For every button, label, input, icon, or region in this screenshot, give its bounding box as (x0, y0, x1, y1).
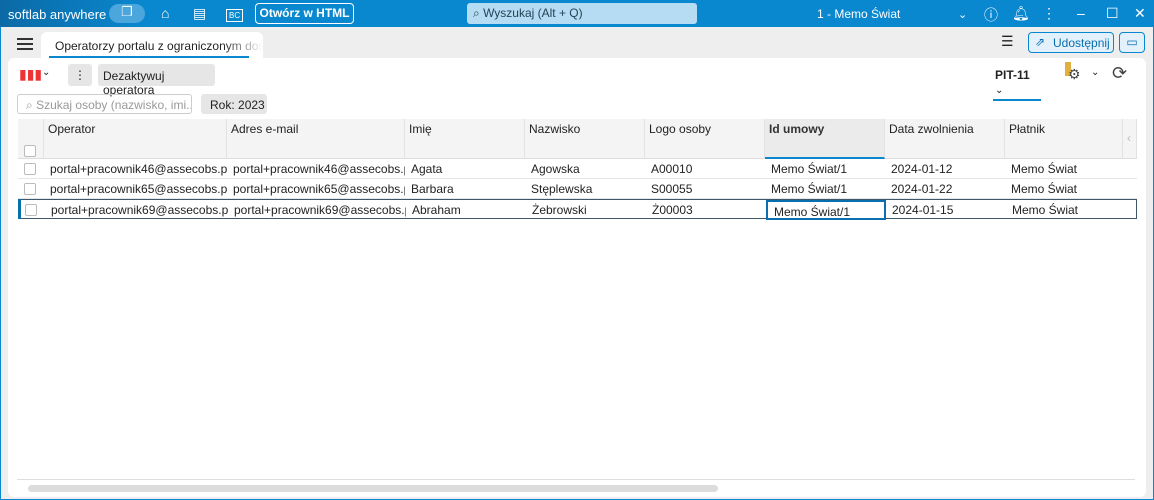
chevron-down-icon[interactable]: ⌄ (42, 67, 50, 78)
row-select-cell (19, 200, 45, 220)
deactivate-operator-button[interactable]: Dezaktywuj operatora (98, 64, 215, 97)
cell-logo[interactable]: A00010 (645, 159, 765, 179)
report-selector[interactable]: PIT-11 ⌄ (993, 68, 1041, 101)
home-icon[interactable]: ⌂ (161, 5, 169, 21)
content-panel: ▮▮▮ ⌄ ⋮ Dezaktywuj operatora PIT-11 ⌄ ⚙ … (8, 58, 1146, 497)
row-checkbox[interactable] (24, 163, 36, 175)
open-html-button[interactable]: Otwórz w HTML (255, 3, 354, 24)
col-contract-id[interactable]: Id umowy (765, 119, 885, 159)
cell-payer[interactable]: Memo Świat (1005, 179, 1123, 199)
chat-button[interactable]: ▭ (1119, 32, 1145, 53)
table-header: Operator Adres e-mail Imię Nazwisko Logo… (18, 119, 1137, 159)
col-payer[interactable]: Płatnik (1005, 119, 1123, 159)
global-search[interactable]: ⌕ Wyszukaj (Alt + Q) (467, 3, 697, 24)
operators-table: Operator Adres e-mail Imię Nazwisko Logo… (18, 119, 1137, 220)
share-icon: ⇗ (1035, 35, 1046, 49)
table-row[interactable]: portal+pracownik46@assecobs.pl portal+pra… (18, 159, 1137, 179)
maximize-icon[interactable]: ☐ (1106, 5, 1119, 22)
help-icon[interactable]: ⓘ (984, 5, 998, 25)
cell-last-name[interactable]: Agowska (525, 159, 645, 179)
cell-operator[interactable]: portal+pracownik46@assecobs.pl (44, 159, 227, 179)
chevron-down-icon[interactable]: ⌄ (958, 8, 967, 21)
col-first-name[interactable]: Imię (405, 119, 525, 159)
year-filter[interactable]: Rok: 2023 (201, 94, 267, 114)
tab-operatorzy[interactable]: Operatorzy portalu z ograniczonym dostęp… (41, 32, 263, 58)
cell-operator[interactable]: portal+pracownik65@assecobs.pl (44, 179, 227, 199)
col-termination-date[interactable]: Data zwolnienia (885, 119, 1005, 159)
cell-email[interactable]: portal+pracownik46@assecobs.pl (227, 159, 405, 179)
col-operator[interactable]: Operator (44, 119, 227, 159)
person-search-input[interactable]: ⌕ Szukaj osoby (nazwisko, imi... (17, 94, 192, 114)
modules-icon[interactable]: ❐ (109, 4, 145, 23)
search-placeholder: Wyszukaj (Alt + Q) (483, 6, 583, 20)
cell-first-name[interactable]: Abraham (406, 200, 526, 220)
news-icon[interactable]: ▤ (193, 5, 206, 22)
menu-icon[interactable] (17, 38, 33, 40)
bc-icon[interactable]: BC (226, 9, 244, 22)
chevron-down-icon[interactable]: ⌄ (1091, 67, 1099, 78)
cell-email[interactable]: portal+pracownik65@assecobs.pl (227, 179, 405, 199)
report-label: PIT-11 (995, 68, 1030, 82)
cell-logo[interactable]: S00055 (645, 179, 765, 199)
search-placeholder: Szukaj osoby (nazwisko, imi... (36, 98, 192, 112)
year-value: 2023 (238, 98, 265, 112)
cell-last-name[interactable]: Stęplewska (525, 179, 645, 199)
title-bar: softlab anywhere ❐ ⌂ ▤ BC Otwórz w HTML … (0, 0, 1154, 27)
more-actions-button[interactable]: ⋮ (68, 64, 92, 86)
search-icon: ⌕ (473, 6, 484, 20)
more-icon[interactable]: ⋮ (1042, 5, 1056, 22)
workspace: Operatorzy portalu z ograniczonym dostęp… (1, 27, 1153, 499)
share-label: Udostępnij (1053, 36, 1110, 50)
share-button[interactable]: ⇗ Udostępnij (1028, 32, 1114, 53)
cell-email[interactable]: portal+pracownik69@assecobs.pl (228, 200, 406, 220)
cell-operator[interactable]: portal+pracownik69@assecobs.pl (45, 200, 228, 220)
settings-icon[interactable]: ⚙ (1068, 66, 1081, 83)
cell-contract-id[interactable]: Memo Świat/1 (766, 200, 886, 220)
cell-contract-id[interactable]: Memo Świat/1 (765, 179, 885, 199)
close-icon[interactable]: ✕ (1134, 5, 1146, 22)
col-email[interactable]: Adres e-mail (227, 119, 405, 159)
minimize-icon[interactable]: – (1077, 5, 1085, 21)
cell-termination-date[interactable]: 2024-01-22 (885, 179, 1005, 199)
divider (17, 479, 1135, 480)
cell-first-name[interactable]: Barbara (405, 179, 525, 199)
select-all-cell (18, 119, 44, 159)
chevron-left-icon[interactable]: ‹ (1123, 119, 1137, 159)
row-checkbox[interactable] (24, 183, 36, 195)
company-selector[interactable]: 1 - Memo Świat (817, 7, 900, 21)
list-view-icon[interactable]: ☰ (1001, 33, 1014, 50)
cell-termination-date[interactable]: 2024-01-12 (885, 159, 1005, 179)
cell-payer[interactable]: Memo Świat (1006, 200, 1124, 220)
col-logo[interactable]: Logo osoby (645, 119, 765, 159)
table-row[interactable]: portal+pracownik65@assecobs.pl portal+pra… (18, 179, 1137, 199)
row-select-cell (18, 159, 44, 179)
select-all-checkbox[interactable] (24, 145, 36, 157)
chart-icon[interactable]: ▮▮▮ (19, 66, 42, 83)
table-row[interactable]: portal+pracownik69@assecobs.pl portal+pra… (18, 199, 1137, 220)
cell-termination-date[interactable]: 2024-01-15 (886, 200, 1006, 220)
bell-icon[interactable]: 🔔︎ (1012, 5, 1030, 22)
horizontal-scrollbar[interactable] (28, 485, 718, 492)
search-icon: ⌕ (26, 98, 37, 112)
row-select-cell (18, 179, 44, 199)
cell-logo[interactable]: Ż00003 (646, 200, 766, 220)
col-last-name[interactable]: Nazwisko (525, 119, 645, 159)
cell-contract-id[interactable]: Memo Świat/1 (765, 159, 885, 179)
cell-last-name[interactable]: Żebrowski (526, 200, 646, 220)
year-label: Rok: (210, 98, 235, 112)
cell-payer[interactable]: Memo Świat (1005, 159, 1123, 179)
cell-first-name[interactable]: Agata (405, 159, 525, 179)
chat-icon: ▭ (1126, 35, 1138, 49)
refresh-icon[interactable]: ⟳ (1112, 63, 1127, 84)
row-checkbox[interactable] (25, 204, 37, 216)
